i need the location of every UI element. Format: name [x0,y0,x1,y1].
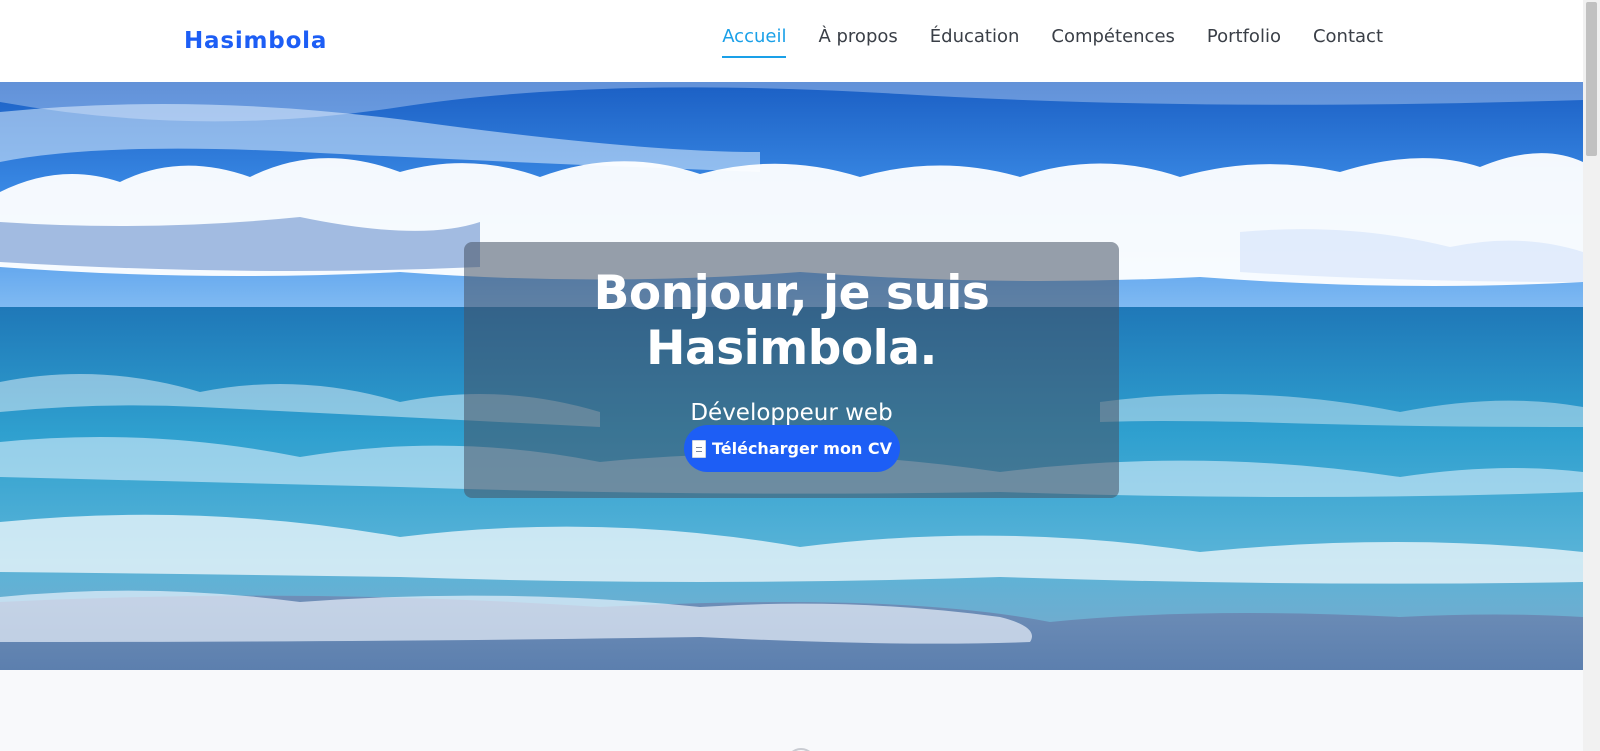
nav-item-a-propos[interactable]: À propos [818,26,897,58]
brand-logo[interactable]: Hasimbola [184,28,327,54]
page-scrollbar[interactable] [1583,0,1600,751]
hero-card: Bonjour, je suis Hasimbola. Développeur … [464,242,1119,498]
download-cv-label: Télécharger mon CV [711,439,893,458]
nav-item-portfolio[interactable]: Portfolio [1207,26,1281,58]
download-cv-button[interactable]: Télécharger mon CV [684,425,900,472]
navbar: Hasimbola Accueil À propos Éducation Com… [0,0,1583,82]
hero-section: Bonjour, je suis Hasimbola. Développeur … [0,82,1583,670]
nav-item-accueil[interactable]: Accueil [722,26,787,58]
nav-item-education[interactable]: Éducation [930,26,1020,58]
document-icon [691,439,706,458]
scrollbar-thumb[interactable] [1586,2,1597,156]
about-section-preview [0,670,1583,751]
main-nav: Accueil À propos Éducation Compétences P… [722,26,1383,58]
hero-subtitle: Développeur web [690,400,893,426]
nav-item-contact[interactable]: Contact [1313,26,1383,58]
hero-title: Bonjour, je suis Hasimbola. [593,266,990,376]
nav-item-competences[interactable]: Compétences [1051,26,1175,58]
